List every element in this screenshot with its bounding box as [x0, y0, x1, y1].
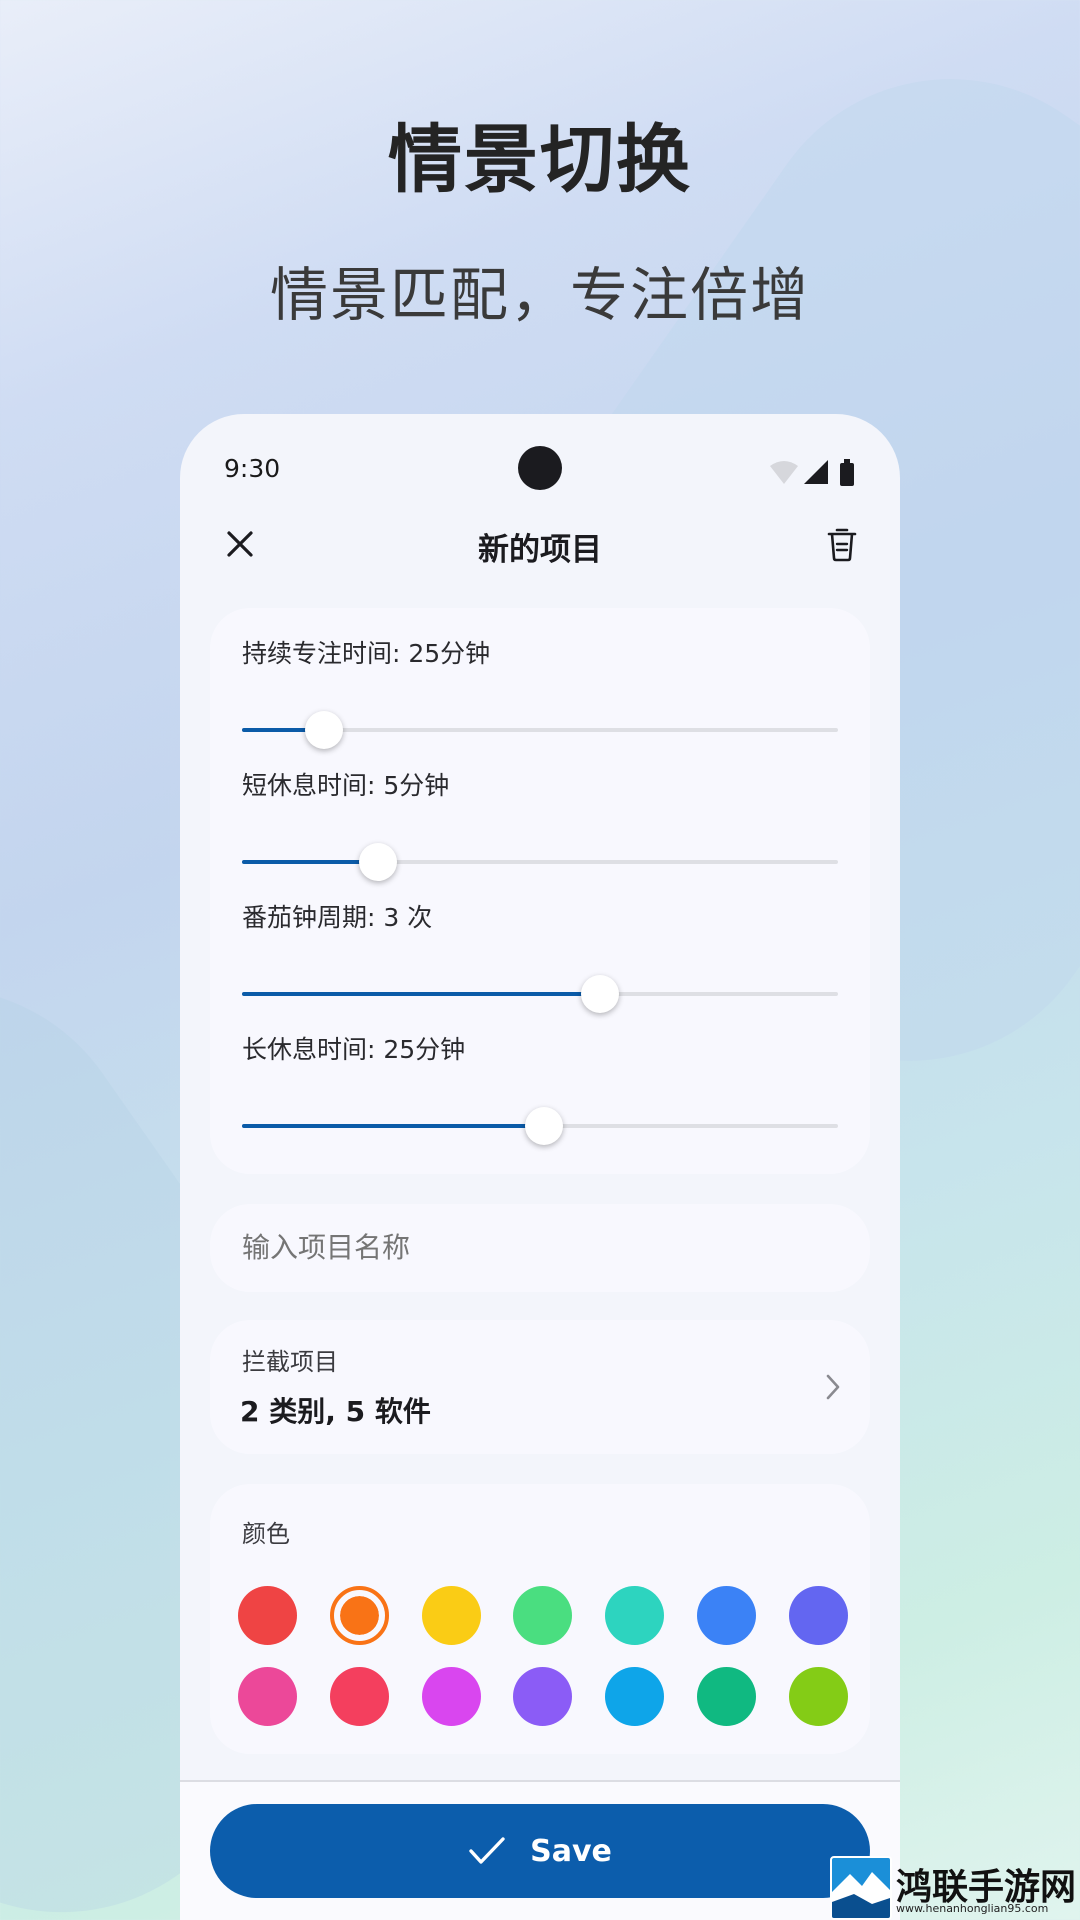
swatch-row [238, 1667, 848, 1726]
color-swatch[interactable] [513, 1586, 573, 1645]
color-picker-card: 颜色 [210, 1484, 870, 1754]
color-swatch-grid [238, 1586, 848, 1748]
watermark-logo-icon [830, 1856, 892, 1920]
page-title: 新的项目 [478, 532, 602, 568]
trash-icon [827, 528, 857, 562]
watermark-url: www.henanhonglian95.com [896, 1902, 1049, 1915]
delete-button[interactable] [812, 514, 872, 574]
focus-duration-slider[interactable]: 持续专注时间: 25分钟 [242, 634, 838, 749]
chevron-right-icon [826, 1374, 840, 1400]
color-swatch[interactable] [605, 1586, 665, 1645]
save-label: Save [530, 1833, 612, 1869]
slider-thumb[interactable] [305, 711, 343, 749]
color-swatch[interactable] [421, 1667, 481, 1726]
project-name-input[interactable] [242, 1204, 832, 1292]
color-swatch[interactable] [605, 1667, 665, 1726]
color-swatch[interactable] [238, 1586, 297, 1645]
short-break-slider[interactable]: 短休息时间: 5分钟 [242, 766, 838, 881]
slider-label: 短休息时间: 5分钟 [242, 771, 450, 800]
slider-label: 长休息时间: 25分钟 [242, 1035, 466, 1064]
battery-icon [840, 459, 854, 486]
slider-thumb[interactable] [359, 843, 397, 881]
color-swatch[interactable] [329, 1667, 389, 1726]
pomodoro-cycles-slider[interactable]: 番茄钟周期: 3 次 [242, 898, 838, 1013]
check-icon [469, 1837, 505, 1864]
project-name-card [210, 1204, 870, 1292]
slider-track[interactable] [242, 843, 838, 881]
color-swatch[interactable] [788, 1667, 848, 1726]
blocked-items-row[interactable]: 拦截项目 2 类别, 5 软件 [210, 1320, 870, 1454]
bottom-bar: Save [180, 1782, 900, 1920]
color-swatch[interactable] [697, 1586, 757, 1645]
color-swatch[interactable] [697, 1667, 757, 1726]
slider-track[interactable] [242, 711, 838, 749]
phone-screen: 9:30 新的项目 持续专注时间: 25分钟 短休息时间: 5分钟 番茄钟周期:… [180, 414, 900, 1920]
slider-track[interactable] [242, 975, 838, 1013]
color-swatch[interactable] [238, 1667, 297, 1726]
blocked-items-value: 2 类别, 5 软件 [240, 1395, 431, 1428]
color-swatch[interactable] [513, 1667, 573, 1726]
promo-headline: 情景切换 [388, 117, 692, 203]
wifi-icon [770, 461, 798, 484]
save-button[interactable]: Save [210, 1804, 870, 1898]
watermark: 鸿联手游网 www.henanhonglian95.com [830, 1856, 1076, 1920]
promo-subheadline: 情景匹配，专注倍增 [269, 261, 810, 329]
color-swatch[interactable] [329, 1586, 389, 1645]
slider-thumb[interactable] [525, 1107, 563, 1145]
slider-thumb[interactable] [581, 975, 619, 1013]
timer-settings-card: 持续专注时间: 25分钟 短休息时间: 5分钟 番茄钟周期: 3 次 长休息时间… [210, 608, 870, 1174]
long-break-slider[interactable]: 长休息时间: 25分钟 [242, 1030, 838, 1145]
slider-label: 番茄钟周期: 3 次 [242, 903, 433, 932]
color-title: 颜色 [242, 1520, 290, 1548]
slider-fill [242, 1124, 544, 1128]
color-swatch[interactable] [788, 1586, 848, 1645]
slider-fill [242, 860, 378, 864]
color-swatch[interactable] [421, 1586, 481, 1645]
slider-fill [242, 992, 600, 996]
signal-icon [804, 460, 828, 484]
status-time: 9:30 [224, 454, 281, 483]
swatch-row [238, 1586, 848, 1645]
camera-cutout [518, 446, 562, 490]
slider-track[interactable] [242, 1107, 838, 1145]
blocked-items-title: 拦截项目 [242, 1348, 338, 1376]
status-icons [768, 458, 858, 488]
slider-label: 持续专注时间: 25分钟 [242, 639, 491, 668]
